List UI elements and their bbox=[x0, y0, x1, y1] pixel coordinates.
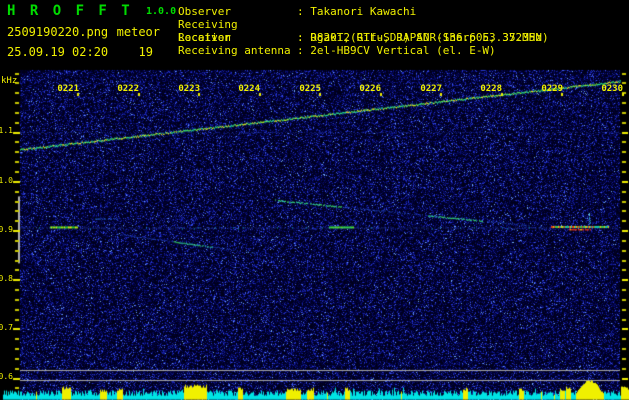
info-separator: : bbox=[297, 5, 304, 18]
observation-mode-label: meteor bbox=[116, 25, 160, 39]
info-row-antenna: Receiving antenna: 2el-HB9CV Vertical (e… bbox=[178, 44, 496, 57]
info-separator: : bbox=[297, 31, 304, 44]
freq-tick-label: 0.9 bbox=[0, 225, 13, 234]
freq-tick-label: 1.1 bbox=[0, 126, 13, 135]
time-tick-label: 0221 bbox=[57, 84, 79, 94]
app-title: H R O F F T bbox=[7, 3, 133, 19]
time-tick-label: 0222 bbox=[117, 84, 139, 94]
info-label: Receiver bbox=[178, 31, 231, 44]
capture-filename: 2509190220.png bbox=[7, 25, 109, 39]
info-value: Takanori Kawachi bbox=[310, 5, 417, 18]
info-separator: : bbox=[297, 44, 304, 57]
spectrogram-canvas bbox=[0, 0, 629, 400]
info-row-receiver: Receiver: R820T2(RTL-SDR) SDR-Sharp 53.3… bbox=[178, 31, 542, 44]
info-value: R820T2(RTL-SDR) SDR-Sharp 53.372MHz bbox=[310, 31, 543, 44]
app-version: 1.0.0 bbox=[146, 6, 177, 17]
capture-datetime: 25.09.19 02:20 bbox=[7, 45, 109, 59]
khz-axis-label: kHz bbox=[1, 76, 18, 86]
time-tick-label: 0227 bbox=[420, 84, 442, 94]
info-label: Receiving antenna bbox=[178, 44, 291, 57]
time-tick-label: 0229 bbox=[541, 84, 563, 94]
hrofft-window: H R O F F T 1.0.0 2509190220.png meteor … bbox=[0, 0, 629, 400]
time-tick-label: 0223 bbox=[178, 84, 200, 94]
freq-tick-label: 0.8 bbox=[0, 274, 13, 283]
info-value: 2el-HB9CV Vertical (el. E-W) bbox=[310, 44, 496, 57]
time-tick-label: 0226 bbox=[359, 84, 381, 94]
time-tick-label: 0225 bbox=[299, 84, 321, 94]
info-row-observer: Observer: Takanori Kawachi bbox=[178, 5, 416, 18]
info-label: Observer bbox=[178, 5, 231, 18]
time-tick-label: 0228 bbox=[480, 84, 502, 94]
freq-tick-label: 1.0 bbox=[0, 176, 13, 185]
time-tick-label: 0224 bbox=[238, 84, 260, 94]
freq-tick-label: 0.6 bbox=[0, 372, 13, 381]
freq-tick-label: 0.7 bbox=[0, 323, 13, 332]
echo-count: 19 bbox=[138, 45, 153, 59]
time-tick-label: 0230 bbox=[601, 84, 623, 94]
